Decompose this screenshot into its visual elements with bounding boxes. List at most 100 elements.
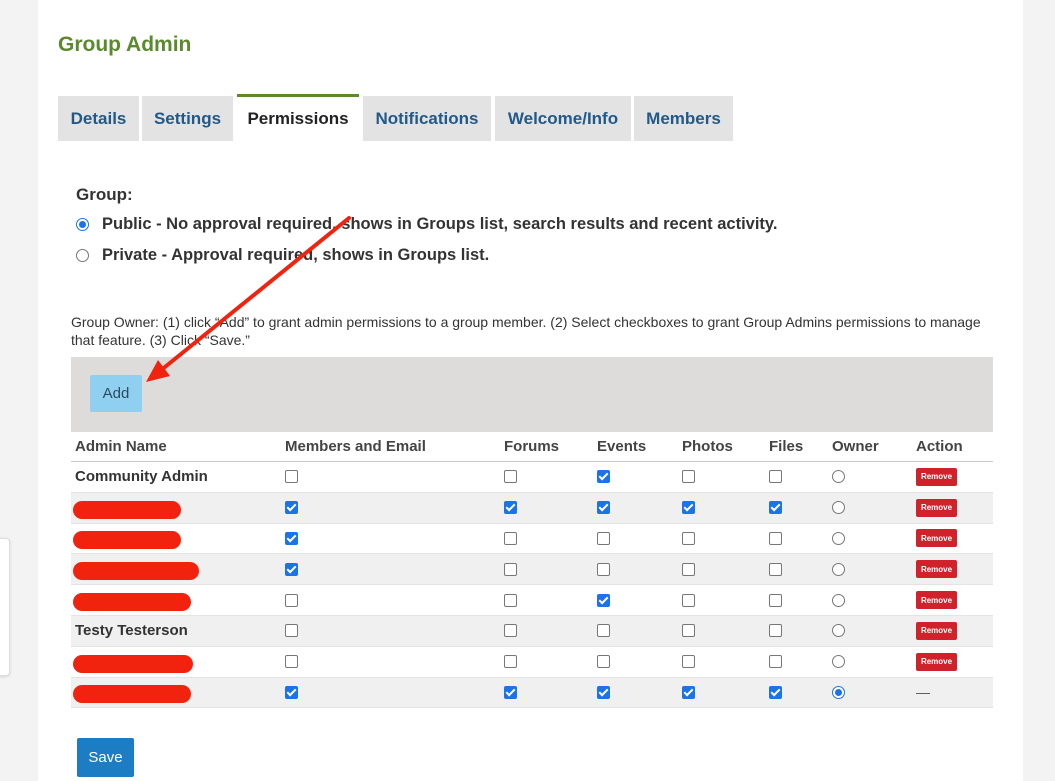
events-cell	[597, 647, 610, 677]
remove-button[interactable]: Remove	[916, 560, 957, 579]
events-checkbox[interactable]	[597, 531, 610, 545]
photos-cell	[682, 647, 695, 677]
members-checkbox[interactable]	[285, 593, 298, 607]
tab-notifications[interactable]: Notifications	[363, 96, 491, 141]
action-cell: Remove	[916, 524, 957, 554]
forums-checkbox[interactable]	[504, 531, 517, 545]
owner-radio[interactable]	[832, 685, 845, 699]
events-cell	[597, 524, 610, 554]
files-checkbox[interactable]	[769, 655, 782, 669]
members-cell	[285, 647, 298, 677]
photos-checkbox[interactable]	[682, 562, 695, 576]
remove-button[interactable]: Remove	[916, 498, 957, 517]
photos-checkbox[interactable]	[682, 593, 695, 607]
events-checkbox[interactable]	[597, 624, 610, 638]
photos-checkbox[interactable]	[682, 501, 695, 515]
photos-cell	[682, 585, 695, 615]
group-label: Group:	[76, 185, 133, 204]
add-button[interactable]: Add	[90, 375, 142, 412]
forums-checkbox[interactable]	[504, 593, 517, 607]
admin-name: Community Admin	[75, 468, 208, 486]
side-panel-edge	[0, 538, 10, 676]
tab-permissions[interactable]: Permissions	[237, 94, 359, 141]
admin-name: Testy Testerson	[75, 622, 188, 640]
col-action: Action	[916, 438, 963, 455]
owner-radio[interactable]	[832, 470, 845, 484]
events-checkbox[interactable]	[597, 593, 610, 607]
no-action-dash: —	[916, 684, 930, 701]
forums-checkbox[interactable]	[504, 624, 517, 638]
files-checkbox[interactable]	[769, 531, 782, 545]
members-cell	[285, 493, 298, 523]
photos-cell	[682, 616, 695, 646]
files-checkbox[interactable]	[769, 685, 782, 699]
owner-radio[interactable]	[832, 624, 845, 638]
members-checkbox[interactable]	[285, 655, 298, 669]
members-checkbox[interactable]	[285, 501, 298, 515]
forums-checkbox[interactable]	[504, 685, 517, 699]
members-cell	[285, 554, 298, 584]
members-checkbox[interactable]	[285, 624, 298, 638]
remove-button[interactable]: Remove	[916, 621, 957, 640]
files-cell	[769, 647, 782, 677]
public-radio[interactable]	[76, 218, 89, 231]
remove-button[interactable]: Remove	[916, 467, 957, 486]
forums-cell	[504, 678, 517, 708]
remove-button[interactable]: Remove	[916, 652, 957, 671]
private-option[interactable]: Private - Approval required, shows in Gr…	[76, 246, 489, 265]
members-cell	[285, 462, 298, 492]
redaction-mark	[73, 654, 193, 673]
members-cell	[285, 524, 298, 554]
photos-checkbox[interactable]	[682, 655, 695, 669]
members-checkbox[interactable]	[285, 531, 298, 545]
forums-cell	[504, 493, 517, 523]
owner-cell	[832, 554, 845, 584]
photos-cell	[682, 462, 695, 492]
remove-button[interactable]: Remove	[916, 591, 957, 610]
tab-members[interactable]: Members	[634, 96, 733, 141]
col-admin-name: Admin Name	[75, 438, 167, 455]
redaction-mark	[73, 593, 191, 612]
owner-radio[interactable]	[832, 501, 845, 515]
owner-radio[interactable]	[832, 562, 845, 576]
save-button[interactable]: Save	[77, 738, 134, 777]
owner-radio[interactable]	[832, 531, 845, 545]
remove-button[interactable]: Remove	[916, 529, 957, 548]
photos-checkbox[interactable]	[682, 470, 695, 484]
files-checkbox[interactable]	[769, 501, 782, 515]
files-cell	[769, 616, 782, 646]
files-cell	[769, 524, 782, 554]
forums-checkbox[interactable]	[504, 655, 517, 669]
col-events: Events	[597, 438, 647, 455]
events-checkbox[interactable]	[597, 501, 610, 515]
tab-settings[interactable]: Settings	[142, 96, 233, 141]
photos-checkbox[interactable]	[682, 624, 695, 638]
events-checkbox[interactable]	[597, 562, 610, 576]
public-option[interactable]: Public - No approval required, shows in …	[76, 215, 777, 234]
files-checkbox[interactable]	[769, 624, 782, 638]
members-checkbox[interactable]	[285, 685, 298, 699]
events-checkbox[interactable]	[597, 685, 610, 699]
owner-radio[interactable]	[832, 593, 845, 607]
events-checkbox[interactable]	[597, 655, 610, 669]
tab-welcome-info[interactable]: Welcome/Info	[495, 96, 631, 141]
events-cell	[597, 554, 610, 584]
members-checkbox[interactable]	[285, 562, 298, 576]
events-checkbox[interactable]	[597, 470, 610, 484]
owner-radio[interactable]	[832, 655, 845, 669]
files-checkbox[interactable]	[769, 470, 782, 484]
forums-checkbox[interactable]	[504, 501, 517, 515]
photos-checkbox[interactable]	[682, 531, 695, 545]
forums-checkbox[interactable]	[504, 562, 517, 576]
action-cell: Remove	[916, 493, 957, 523]
files-checkbox[interactable]	[769, 593, 782, 607]
members-checkbox[interactable]	[285, 470, 298, 484]
public-option-label: Public - No approval required, shows in …	[102, 215, 778, 233]
files-checkbox[interactable]	[769, 562, 782, 576]
private-radio[interactable]	[76, 249, 89, 262]
owner-cell	[832, 524, 845, 554]
forums-checkbox[interactable]	[504, 470, 517, 484]
tab-details[interactable]: Details	[58, 96, 139, 141]
photos-checkbox[interactable]	[682, 685, 695, 699]
files-cell	[769, 585, 782, 615]
